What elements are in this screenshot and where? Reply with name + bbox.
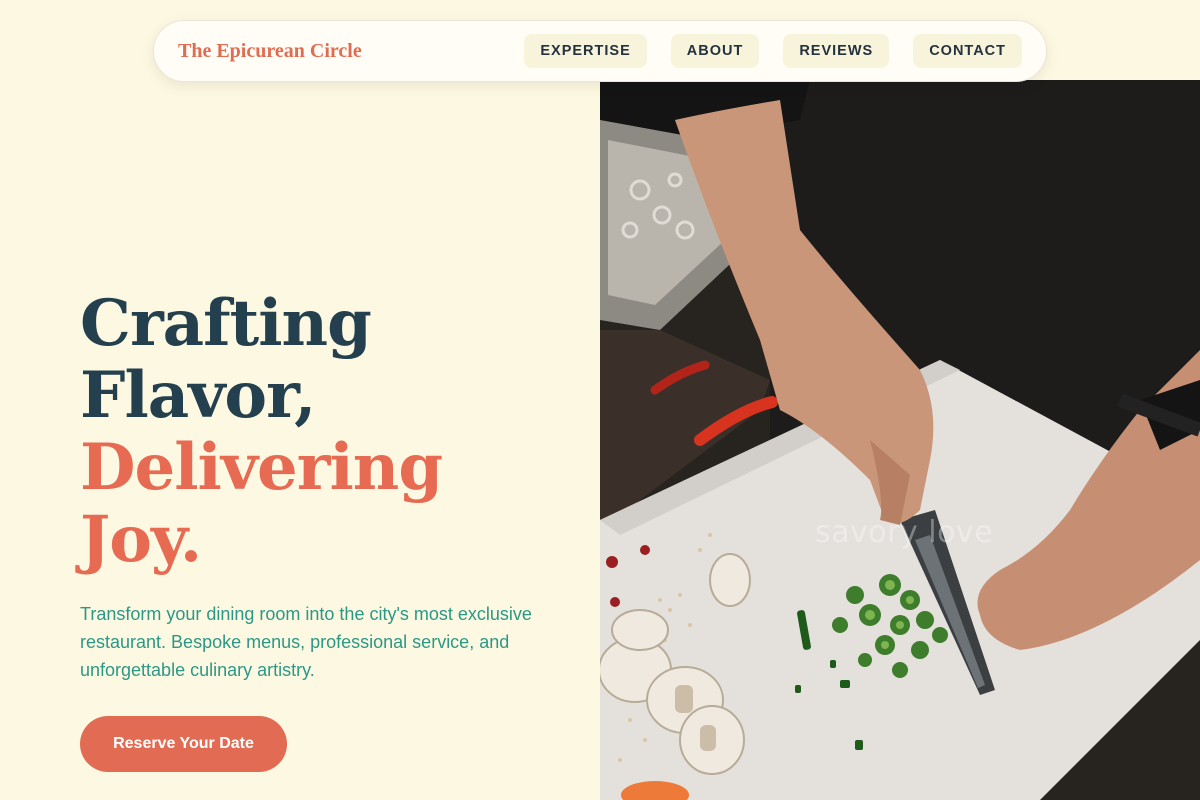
nav-link-expertise[interactable]: EXPERTISE: [524, 34, 647, 68]
headline-line-flavor: Flavor,: [80, 358, 316, 433]
brand-logo[interactable]: The Epicurean Circle: [178, 40, 362, 63]
headline-line-delivering: Delivering: [80, 430, 443, 505]
top-nav: The Epicurean Circle EXPERTISE ABOUT REV…: [153, 20, 1047, 82]
nav-link-about[interactable]: ABOUT: [670, 34, 760, 68]
hero-image-chef-chopping: savory love: [600, 80, 1200, 800]
hero-description: Transform your dining room into the city…: [80, 604, 532, 680]
nav-link-reviews[interactable]: REVIEWS: [783, 34, 890, 68]
hero-headline: Crafting Flavor, Delivering Joy.: [80, 288, 580, 576]
headline-line-crafting: Crafting: [80, 286, 372, 361]
nav-links: EXPERTISE ABOUT REVIEWS CONTACT: [524, 34, 1022, 68]
nav-link-contact[interactable]: CONTACT: [913, 34, 1022, 68]
reserve-date-button[interactable]: Reserve Your Date: [80, 716, 287, 772]
image-watermark: savory love: [815, 515, 994, 550]
headline-line-joy: Joy.: [80, 502, 202, 577]
